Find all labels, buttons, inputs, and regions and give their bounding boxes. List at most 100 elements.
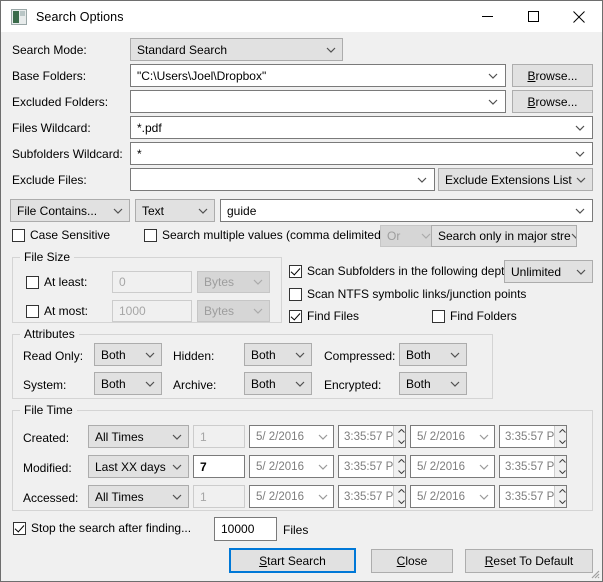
search-multiple-values-checkbox[interactable]: Search multiple values (comma delimited) xyxy=(144,228,385,242)
close-button[interactable] xyxy=(556,1,602,32)
spinner-down-icon[interactable] xyxy=(555,467,567,478)
created-from-time[interactable]: 3:35:57 P xyxy=(338,425,406,448)
at-most-checkbox[interactable]: At most: xyxy=(26,304,88,318)
chevron-down-icon[interactable] xyxy=(479,464,489,470)
excluded-folders-combo[interactable] xyxy=(130,90,506,113)
close-dialog-button[interactable]: Close xyxy=(371,549,453,573)
chevron-down-icon[interactable] xyxy=(318,494,328,500)
minimize-button[interactable] xyxy=(464,1,510,32)
chevron-down-icon[interactable] xyxy=(488,73,498,79)
spinner-arrows[interactable] xyxy=(554,456,567,477)
created-to-time[interactable]: 3:35:57 P xyxy=(499,425,567,448)
files-wildcard-combo[interactable]: *.pdf xyxy=(130,116,593,139)
files-wildcard-label: Files Wildcard: xyxy=(12,121,91,135)
accessed-mode-dropdown[interactable]: All Times xyxy=(88,485,189,508)
accessed-count-input[interactable]: 1 xyxy=(193,485,245,508)
system-dropdown[interactable]: Both xyxy=(94,372,162,395)
spinner-up-icon[interactable] xyxy=(394,486,406,497)
spinner-arrows[interactable] xyxy=(393,426,406,447)
file-contains-dropdown[interactable]: File Contains... xyxy=(10,199,130,222)
modified-to-date[interactable]: 5/ 2/2016 xyxy=(410,455,495,478)
at-least-label: At least: xyxy=(44,275,87,289)
case-sensitive-checkbox[interactable]: Case Sensitive xyxy=(12,228,110,242)
spinner-up-icon[interactable] xyxy=(394,456,406,467)
spinner-arrows[interactable] xyxy=(393,486,406,507)
maximize-button[interactable] xyxy=(510,1,556,32)
at-most-label: At most: xyxy=(44,304,88,318)
read-only-dropdown[interactable]: Both xyxy=(94,343,162,366)
modified-to-time[interactable]: 3:35:57 P xyxy=(499,455,567,478)
modified-mode-dropdown[interactable]: Last XX days xyxy=(88,455,189,478)
checkbox-box xyxy=(12,229,25,242)
encrypted-dropdown[interactable]: Both xyxy=(399,372,467,395)
spinner-down-icon[interactable] xyxy=(555,497,567,508)
spinner-up-icon[interactable] xyxy=(555,456,567,467)
chevron-down-icon[interactable] xyxy=(575,208,585,214)
chevron-down-icon[interactable] xyxy=(479,494,489,500)
compressed-dropdown[interactable]: Both xyxy=(399,343,467,366)
scan-depth-dropdown[interactable]: Unlimited xyxy=(504,260,593,283)
subfolders-wildcard-combo[interactable]: * xyxy=(130,142,593,165)
spinner-arrows[interactable] xyxy=(554,486,567,507)
base-folders-value: "C:\Users\Joel\Dropbox" xyxy=(137,69,266,83)
resize-grip-icon[interactable] xyxy=(588,567,600,579)
stop-after-finding-checkbox[interactable]: Stop the search after finding... xyxy=(13,521,191,535)
start-search-button[interactable]: Start Search xyxy=(229,548,356,573)
spinner-arrows[interactable] xyxy=(554,426,567,447)
accessed-from-date[interactable]: 5/ 2/2016 xyxy=(249,485,334,508)
search-mode-dropdown[interactable]: Standard Search xyxy=(130,38,343,61)
accessed-to-time[interactable]: 3:35:57 P xyxy=(499,485,567,508)
scan-subfolders-checkbox[interactable]: Scan Subfolders in the following depth: xyxy=(289,264,514,278)
app-icon xyxy=(11,9,27,25)
spinner-up-icon[interactable] xyxy=(555,486,567,497)
spinner-arrows[interactable] xyxy=(393,456,406,477)
accessed-from-time[interactable]: 3:35:57 P xyxy=(338,485,406,508)
modified-label: Modified: xyxy=(23,461,72,475)
chevron-down-icon[interactable] xyxy=(479,434,489,440)
search-options-dialog: Search Options Search Mode: Standa xyxy=(0,0,603,582)
content-type-dropdown[interactable]: Text xyxy=(135,199,215,222)
spinner-down-icon[interactable] xyxy=(394,497,406,508)
exclude-extensions-list-dropdown[interactable]: Exclude Extensions List xyxy=(438,168,593,191)
chevron-down-icon[interactable] xyxy=(575,125,585,131)
modified-from-time[interactable]: 3:35:57 P xyxy=(338,455,406,478)
reset-to-default-button[interactable]: Reset To Default xyxy=(465,549,593,573)
modified-count-value: 7 xyxy=(200,460,207,474)
chevron-down-icon[interactable] xyxy=(318,434,328,440)
chevron-down-icon[interactable] xyxy=(318,464,328,470)
operator-dropdown[interactable]: Or xyxy=(380,225,438,247)
spinner-up-icon[interactable] xyxy=(555,426,567,437)
base-folders-combo[interactable]: "C:\Users\Joel\Dropbox" xyxy=(130,64,506,87)
spinner-down-icon[interactable] xyxy=(555,437,567,448)
exclude-files-combo[interactable] xyxy=(130,168,435,191)
search-text-combo[interactable]: guide xyxy=(220,199,593,222)
archive-dropdown[interactable]: Both xyxy=(244,372,312,395)
at-least-value-input[interactable]: 0 xyxy=(112,271,192,293)
spinner-down-icon[interactable] xyxy=(394,467,406,478)
spinner-up-icon[interactable] xyxy=(394,426,406,437)
modified-from-date[interactable]: 5/ 2/2016 xyxy=(249,455,334,478)
modified-count-input[interactable]: 7 xyxy=(193,455,245,478)
created-to-date[interactable]: 5/ 2/2016 xyxy=(410,425,495,448)
chevron-down-icon[interactable] xyxy=(488,99,498,105)
chevron-down-icon[interactable] xyxy=(417,177,427,183)
at-most-unit-dropdown[interactable]: Bytes xyxy=(197,300,270,322)
stream-scope-dropdown[interactable]: Search only in major stre xyxy=(431,225,577,247)
at-least-unit-dropdown[interactable]: Bytes xyxy=(197,271,270,293)
accessed-to-date[interactable]: 5/ 2/2016 xyxy=(410,485,495,508)
created-count-input[interactable]: 1 xyxy=(193,425,245,448)
chevron-down-icon[interactable] xyxy=(575,151,585,157)
excluded-folders-browse-button[interactable]: Browse... xyxy=(512,90,593,113)
base-folders-browse-button[interactable]: Browse... xyxy=(512,64,593,87)
at-most-value-input[interactable]: 1000 xyxy=(112,300,192,322)
hidden-dropdown[interactable]: Both xyxy=(244,343,312,366)
chevron-down-icon xyxy=(172,464,182,470)
at-least-checkbox[interactable]: At least: xyxy=(26,275,87,289)
spinner-down-icon[interactable] xyxy=(394,437,406,448)
scan-ntfs-links-checkbox[interactable]: Scan NTFS symbolic links/junction points xyxy=(289,287,526,301)
find-folders-checkbox[interactable]: Find Folders xyxy=(432,309,517,323)
stop-count-input[interactable]: 10000 xyxy=(214,517,277,541)
created-mode-dropdown[interactable]: All Times xyxy=(88,425,189,448)
created-from-date[interactable]: 5/ 2/2016 xyxy=(249,425,334,448)
find-files-checkbox[interactable]: Find Files xyxy=(289,309,359,323)
